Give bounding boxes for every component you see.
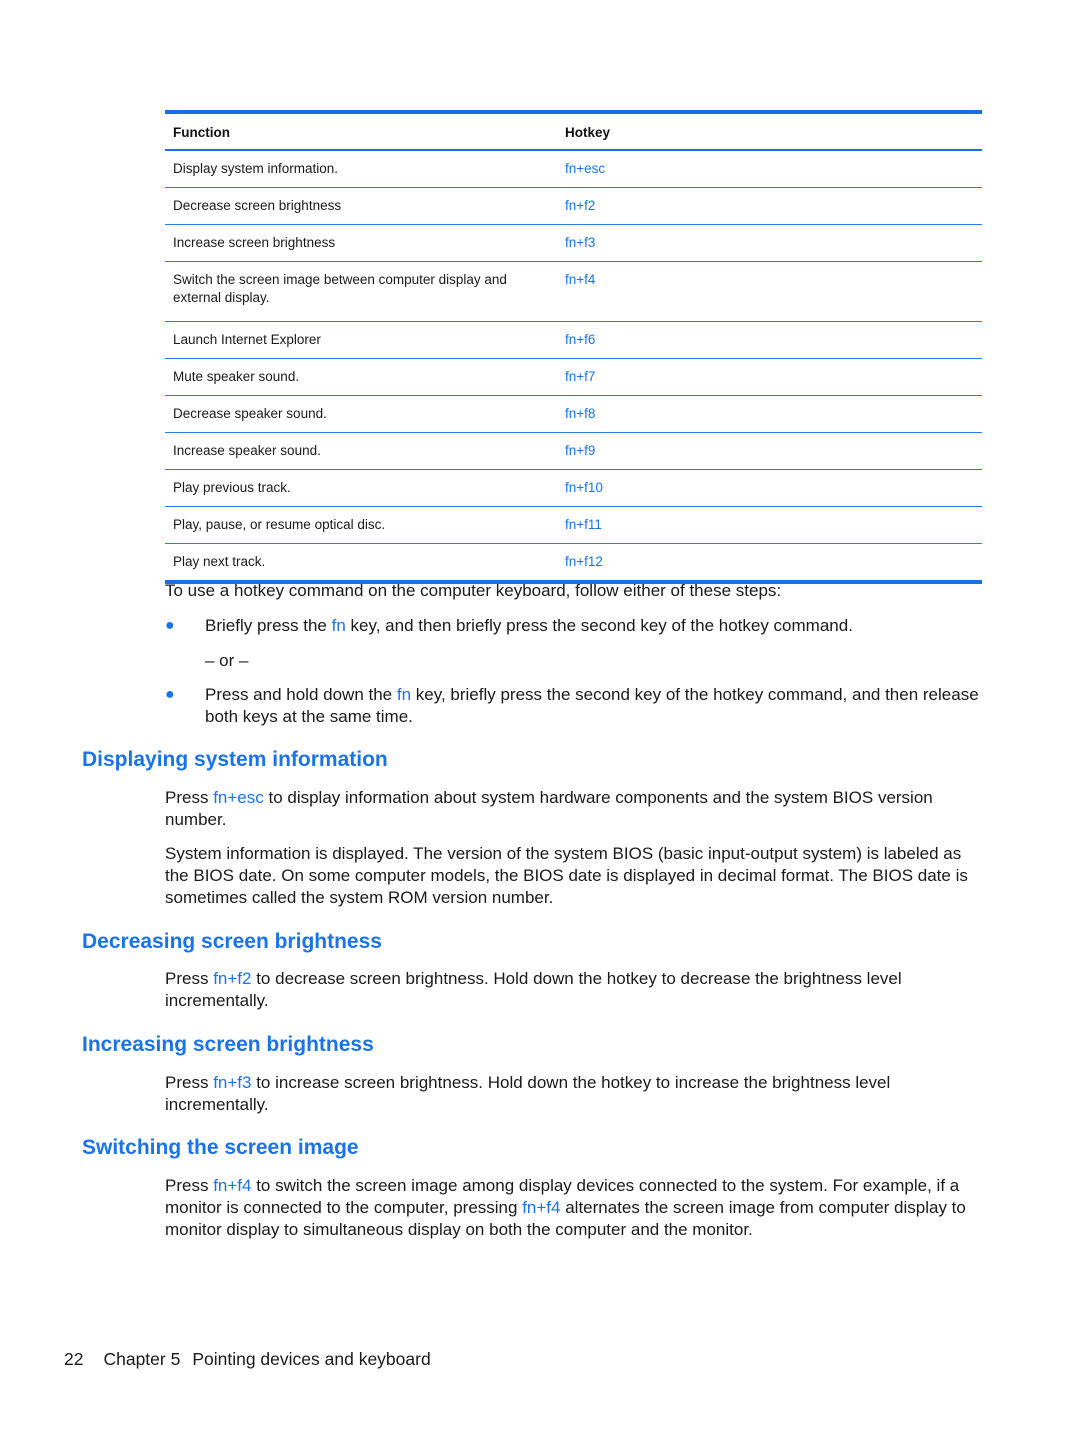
section-paragraph: Press fn+f3 to increase screen brightnes…	[165, 1072, 980, 1116]
text-segment: key, and then briefly press the second k…	[345, 616, 853, 635]
page-number: 22	[64, 1349, 84, 1369]
column-header-function: Function	[165, 112, 557, 151]
column-header-hotkey: Hotkey	[557, 112, 982, 151]
function-cell: Launch Internet Explorer	[165, 321, 557, 359]
hotkey-cell[interactable]: fn+f4	[557, 261, 982, 322]
function-cell: Mute speaker sound.	[165, 358, 557, 396]
or-separator: – or –	[205, 651, 249, 670]
table-row: Play previous track. fn+f10	[165, 469, 982, 507]
hotkey-link[interactable]: fn+f4	[213, 1176, 251, 1195]
bullet-text: Briefly press the fn key, and then brief…	[205, 615, 980, 637]
function-cell: Play previous track.	[165, 469, 557, 507]
bullet-text: Press and hold down the fn key, briefly …	[205, 684, 980, 728]
table-row: Play, pause, or resume optical disc. fn+…	[165, 506, 982, 544]
hotkey-table: Function Hotkey Display system informati…	[165, 110, 982, 584]
section-paragraph: Press fn+f4 to switch the screen image a…	[165, 1175, 980, 1241]
hotkey-link[interactable]: fn+f2	[213, 969, 251, 988]
hotkey-cell[interactable]: fn+f10	[557, 469, 982, 507]
section-paragraph: System information is displayed. The ver…	[165, 844, 968, 907]
hotkey-link[interactable]: fn+esc	[213, 788, 264, 807]
chapter-title: Pointing devices and keyboard	[192, 1349, 431, 1369]
table-row: Play next track. fn+f12	[165, 544, 982, 583]
fn-key-link[interactable]: fn	[397, 685, 411, 704]
table-row: Increase screen brightness fn+f3	[165, 224, 982, 262]
text-segment: Press	[165, 788, 214, 807]
hotkey-cell[interactable]: fn+f6	[557, 321, 982, 359]
bullet-icon: ●	[165, 686, 175, 703]
fn-key-link[interactable]: fn	[332, 616, 346, 635]
function-cell: Switch the screen image between computer…	[165, 261, 557, 322]
hotkey-cell[interactable]: fn+esc	[557, 150, 982, 188]
function-cell: Display system information.	[165, 150, 557, 188]
section-heading: Displaying system information	[82, 748, 388, 771]
section-paragraph: Press fn+f2 to decrease screen brightnes…	[165, 968, 980, 1012]
list-item: ● Press and hold down the fn key, briefl…	[165, 684, 980, 728]
text-segment: Press	[165, 1176, 214, 1195]
hotkey-cell[interactable]: fn+f9	[557, 432, 982, 470]
table-row: Increase speaker sound. fn+f9	[165, 432, 982, 470]
table-row: Decrease speaker sound. fn+f8	[165, 395, 982, 433]
section-heading: Decreasing screen brightness	[82, 930, 382, 953]
function-cell: Play, pause, or resume optical disc.	[165, 506, 557, 544]
hotkey-cell[interactable]: fn+f7	[557, 358, 982, 396]
text-segment: Press	[165, 1073, 214, 1092]
chapter-label: Chapter 5	[103, 1349, 181, 1369]
text-segment: Briefly press the	[205, 616, 332, 635]
text-segment: to decrease screen brightness. Hold down…	[165, 969, 902, 1010]
hotkey-link[interactable]: fn+f4	[522, 1198, 560, 1217]
text-segment: Press	[165, 969, 214, 988]
table-row: Display system information. fn+esc	[165, 150, 982, 188]
hotkey-cell[interactable]: fn+f3	[557, 224, 982, 262]
function-cell: Play next track.	[173, 554, 266, 569]
section-paragraph: Press fn+esc to display information abou…	[165, 787, 980, 831]
function-cell: Increase screen brightness	[165, 224, 557, 262]
table-row: Launch Internet Explorer fn+f6	[165, 321, 982, 359]
intro-paragraph: To use a hotkey command on the computer …	[165, 581, 782, 600]
hotkey-cell[interactable]: fn+f11	[557, 506, 982, 544]
page-footer: 22 Chapter 5 Pointing devices and keyboard	[64, 1348, 431, 1370]
list-item: ● Briefly press the fn key, and then bri…	[165, 615, 980, 637]
function-cell: Decrease screen brightness	[165, 187, 557, 225]
table-row: Mute speaker sound. fn+f7	[165, 358, 982, 396]
table-header-row: Function Hotkey	[165, 112, 982, 151]
hotkey-cell[interactable]: fn+f12	[557, 544, 982, 583]
table-row: Decrease screen brightness fn+f2	[165, 187, 982, 225]
hotkey-cell[interactable]: fn+f8	[557, 395, 982, 433]
text-segment: Press and hold down the	[205, 685, 397, 704]
function-cell: Decrease speaker sound.	[165, 395, 557, 433]
text-segment: to display information about system hard…	[165, 788, 933, 829]
hotkey-link[interactable]: fn+f3	[213, 1073, 251, 1092]
table-row: Switch the screen image between computer…	[165, 261, 982, 322]
function-cell: Increase speaker sound.	[165, 432, 557, 470]
section-heading: Increasing screen brightness	[82, 1033, 374, 1056]
hotkey-cell[interactable]: fn+f2	[557, 187, 982, 225]
section-heading: Switching the screen image	[82, 1136, 359, 1159]
bullet-icon: ●	[165, 617, 175, 634]
text-segment: to increase screen brightness. Hold down…	[165, 1073, 891, 1114]
